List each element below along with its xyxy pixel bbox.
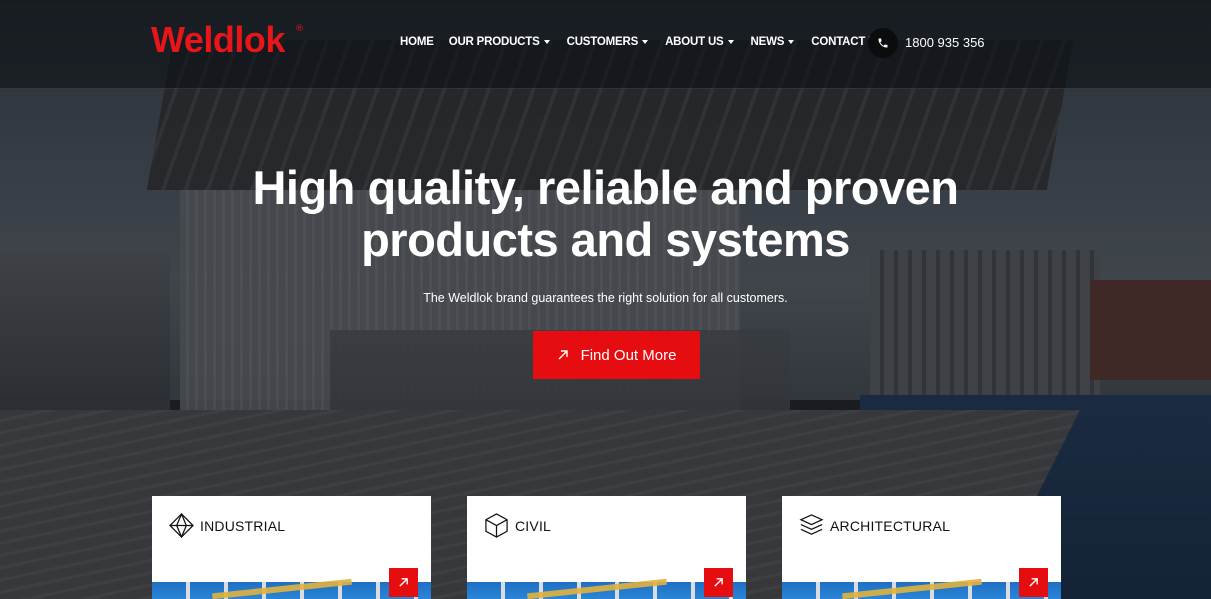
nav-item-news[interactable]: NEWS [751, 35, 795, 49]
find-out-more-button[interactable]: Find Out More [533, 331, 700, 379]
hero-title-line-2: products and systems [361, 213, 850, 266]
arrow-up-right-icon [558, 350, 568, 360]
card-header: ARCHITECTURAL [799, 513, 950, 538]
hexagon-cube-icon [485, 513, 508, 538]
hero-subtitle: The Weldlok brand guarantees the right s… [423, 291, 788, 305]
card-civil[interactable]: CIVIL [467, 496, 746, 599]
caret-down-icon [727, 40, 734, 44]
card-header: INDUSTRIAL [169, 513, 285, 538]
phone-number-link[interactable]: 1800 935 356 [905, 35, 985, 51]
site-logo[interactable]: Weldlok [151, 20, 285, 60]
card-header: CIVIL [484, 513, 551, 538]
nav-item-label: OUR PRODUCTS [448, 36, 540, 48]
caret-down-icon [788, 40, 795, 44]
arrow-up-right-icon [714, 578, 723, 587]
phone-icon[interactable] [868, 28, 898, 58]
nav-item-label: NEWS [750, 36, 785, 48]
arrow-up-right-icon [1029, 578, 1038, 587]
nav-item-label: CUSTOMERS [566, 36, 639, 48]
card-arrow-button[interactable] [389, 568, 418, 597]
card-industrial[interactable]: INDUSTRIAL [152, 496, 431, 599]
card-architectural[interactable]: ARCHITECTURAL [782, 496, 1061, 599]
card-label: CIVIL [515, 517, 552, 534]
nav-item-customers[interactable]: CUSTOMERS [566, 35, 649, 49]
nav-item-label: HOME [400, 36, 434, 48]
card-label: INDUSTRIAL [200, 517, 286, 534]
nav-item-label: ABOUT US [665, 36, 724, 48]
diamond-gem-icon [169, 513, 194, 538]
main-nav: HOME OUR PRODUCTS CUSTOMERS ABOUT US NEW… [400, 35, 884, 49]
nav-item-about-us[interactable]: ABOUT US [665, 35, 734, 49]
hero-title-line-1: High quality, reliable and proven [252, 161, 959, 214]
caret-down-icon [543, 40, 550, 44]
card-arrow-button[interactable] [704, 568, 733, 597]
arrow-up-right-icon [399, 578, 408, 587]
caret-down-icon [642, 40, 649, 44]
registered-mark: ® [295, 24, 304, 34]
nav-item-our-products[interactable]: OUR PRODUCTS [449, 35, 550, 49]
nav-item-home[interactable]: HOME [400, 35, 434, 49]
find-out-more-label: Find Out More [580, 346, 677, 364]
hero-title: High quality, reliable and proven produc… [0, 162, 1211, 266]
layers-stack-icon [799, 514, 824, 535]
card-arrow-button[interactable] [1019, 568, 1048, 597]
card-label: ARCHITECTURAL [830, 517, 951, 534]
